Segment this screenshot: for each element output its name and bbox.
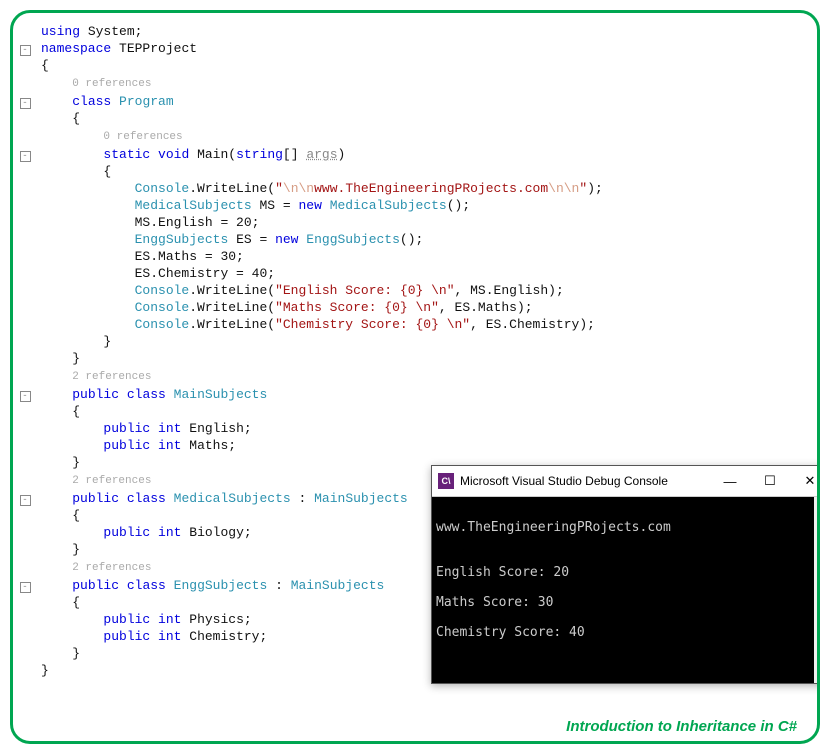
keyword-class: class (127, 387, 166, 402)
keyword-int: int (158, 421, 181, 436)
keyword-public: public (72, 387, 119, 402)
identifier: System (88, 24, 135, 39)
vs-icon: C\ (438, 473, 454, 489)
base-class: MainSubjects (291, 578, 385, 593)
string-literal: "English Score: {0} \n" (275, 283, 454, 298)
type-name: MedicalSubjects (330, 198, 447, 213)
console-output[interactable]: www.TheEngineeringPRojects.com English S… (432, 497, 820, 683)
method-writeline: WriteLine (197, 317, 267, 332)
class-name: Program (119, 94, 174, 109)
scroll-up-icon[interactable]: ▴ (814, 497, 820, 513)
keyword-int: int (158, 629, 181, 644)
keyword-using: using (41, 24, 80, 39)
keyword-int: int (158, 525, 181, 540)
reference-count[interactable]: 0 references (103, 131, 182, 143)
field: Chemistry (189, 629, 259, 644)
reference-count[interactable]: 2 references (72, 562, 151, 574)
close-button[interactable]: ✕ (790, 466, 820, 496)
variable: MS (259, 198, 275, 213)
keyword-public: public (103, 438, 150, 453)
console-line: Maths Score: 30 (436, 595, 553, 610)
type-name: EnggSubjects (135, 232, 229, 247)
keyword-static: static (103, 147, 150, 162)
keyword-int: int (158, 612, 181, 627)
keyword-class: class (127, 578, 166, 593)
keyword-new: new (298, 198, 321, 213)
namespace-name: TEPProject (119, 41, 197, 56)
console-title: Microsoft Visual Studio Debug Console (460, 474, 710, 488)
keyword-string: string (236, 147, 283, 162)
type-console: Console (135, 317, 190, 332)
string-literal: "Maths Score: {0} \n" (275, 300, 439, 315)
keyword-void: void (158, 147, 189, 162)
reference-count[interactable]: 2 references (72, 475, 151, 487)
method-name: Main (197, 147, 228, 162)
escape-seq: \n\n (548, 181, 579, 196)
class-name: EnggSubjects (174, 578, 268, 593)
keyword-class: class (127, 491, 166, 506)
variable: ES (236, 232, 252, 247)
minimize-button[interactable]: — (710, 466, 750, 496)
statement: ES.Maths = 30; (135, 249, 244, 264)
string-literal: "Chemistry Score: {0} \n" (275, 317, 470, 332)
keyword-int: int (158, 438, 181, 453)
field: Maths (189, 438, 228, 453)
debug-console-window[interactable]: C\ Microsoft Visual Studio Debug Console… (431, 465, 820, 684)
console-line: www.TheEngineeringPRojects.com (436, 520, 671, 535)
statement: ES.Chemistry = 40; (135, 266, 275, 281)
field: Physics (189, 612, 244, 627)
field: Biology (189, 525, 244, 540)
string-literal: " (275, 181, 283, 196)
method-writeline: WriteLine (197, 300, 267, 315)
string-literal: www.TheEngineeringPRojects.com (314, 181, 548, 196)
scrollbar[interactable]: ▴ ▾ (814, 497, 820, 683)
type-console: Console (135, 300, 190, 315)
console-line: English Score: 20 (436, 565, 569, 580)
argument: ES.Chemistry (486, 317, 580, 332)
field: English (189, 421, 244, 436)
keyword-public: public (72, 491, 119, 506)
maximize-button[interactable]: ☐ (750, 466, 790, 496)
class-name: MainSubjects (174, 387, 268, 402)
type-console: Console (135, 181, 190, 196)
escape-seq: \n\n (283, 181, 314, 196)
fold-icon[interactable]: - (20, 151, 31, 162)
type-name: EnggSubjects (306, 232, 400, 247)
reference-count[interactable]: 0 references (72, 78, 151, 90)
footer-caption: Introduction to Inheritance in C# (566, 718, 797, 735)
keyword-namespace: namespace (41, 41, 111, 56)
method-writeline: WriteLine (197, 283, 267, 298)
fold-icon[interactable]: - (20, 495, 31, 506)
type-console: Console (135, 283, 190, 298)
fold-icon[interactable]: - (20, 98, 31, 109)
base-class: MainSubjects (314, 491, 408, 506)
method-writeline: WriteLine (197, 181, 267, 196)
reference-count[interactable]: 2 references (72, 371, 151, 383)
keyword-new: new (275, 232, 298, 247)
keyword-public: public (103, 612, 150, 627)
keyword-public: public (103, 629, 150, 644)
statement: MS.English = 20; (135, 215, 260, 230)
keyword-class: class (72, 94, 111, 109)
keyword-public: public (72, 578, 119, 593)
keyword-public: public (103, 525, 150, 540)
keyword-public: public (103, 421, 150, 436)
class-name: MedicalSubjects (174, 491, 291, 506)
type-name: MedicalSubjects (135, 198, 252, 213)
argument: ES.Maths (455, 300, 517, 315)
console-titlebar[interactable]: C\ Microsoft Visual Studio Debug Console… (432, 466, 820, 497)
fold-icon[interactable]: - (20, 45, 31, 56)
editor-frame: using System; -namespace TEPProject { 0 … (10, 10, 820, 744)
param-args: args (306, 147, 337, 162)
scroll-down-icon[interactable]: ▾ (814, 667, 820, 683)
argument: MS.English (470, 283, 548, 298)
fold-icon[interactable]: - (20, 391, 31, 402)
fold-icon[interactable]: - (20, 582, 31, 593)
console-line: Chemistry Score: 40 (436, 625, 585, 640)
